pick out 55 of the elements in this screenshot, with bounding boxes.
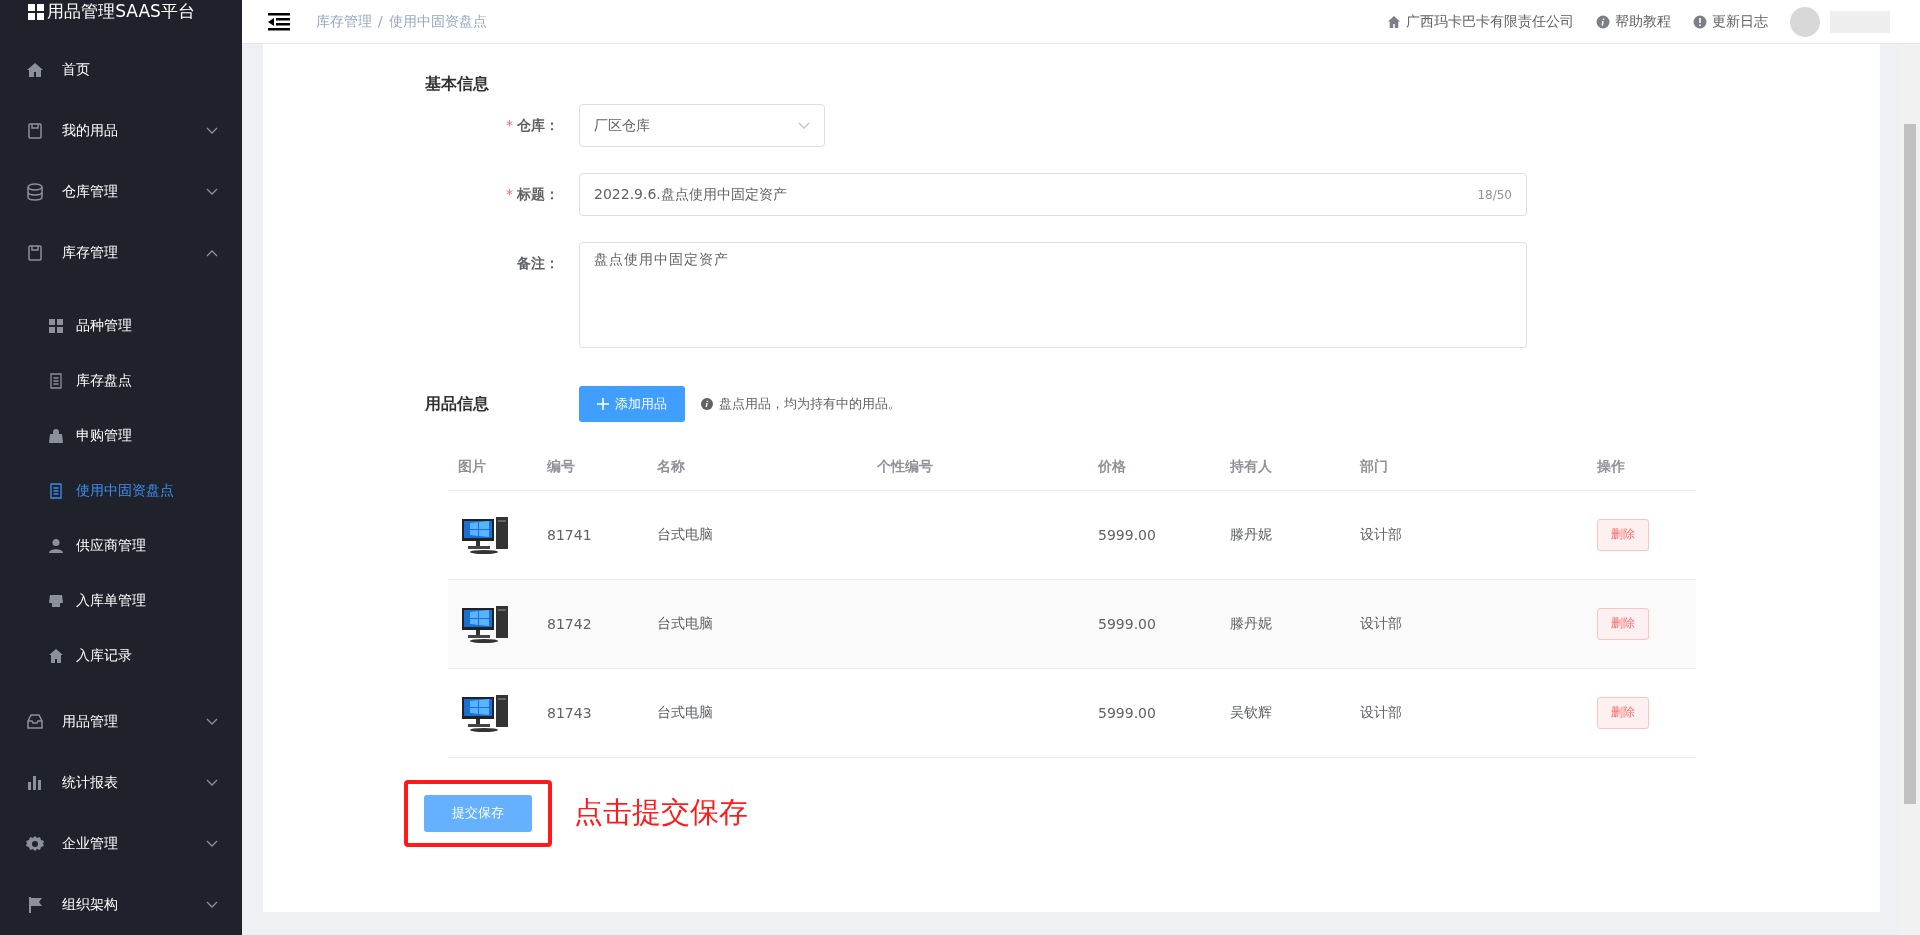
column-header: 图片	[448, 444, 537, 490]
table-cell: 台式电脑	[657, 614, 713, 631]
annotation-text: 点击提交保存	[574, 794, 748, 831]
sidebar-submenu-item[interactable]: 入库记录	[0, 628, 242, 683]
header-link[interactable]: 更新日志	[1693, 12, 1768, 31]
table-cell: 5999.00	[1098, 704, 1156, 721]
field-label: 备注：	[516, 254, 560, 273]
table-cell: 5999.00	[1098, 615, 1156, 632]
column-header: 持有人	[1220, 444, 1350, 490]
column-header: 名称	[647, 444, 867, 490]
sidebar-submenu-item[interactable]: 供应商管理	[0, 518, 242, 573]
column-header: 操作	[1587, 444, 1696, 490]
sidebar-submenu-item[interactable]: 库存盘点	[0, 353, 242, 408]
header-link[interactable]: 广西玛卡巴卡有限责任公司	[1387, 12, 1574, 31]
sidebar-menu-item[interactable]: 企业管理	[0, 813, 242, 874]
header-link[interactable]: 帮助教程	[1596, 12, 1671, 31]
sidebar-menu-item[interactable]: 统计报表	[0, 752, 242, 813]
field-label: * 仓库：	[505, 116, 560, 135]
table-cell: 台式电脑	[657, 703, 713, 720]
title-input[interactable]: 2022.9.6.盘点使用中固定资产 18/50	[579, 173, 1527, 216]
section-title: 基本信息	[425, 74, 490, 95]
sidebar-submenu-item[interactable]: 申购管理	[0, 408, 242, 463]
character-counter: 18/50	[1477, 187, 1512, 202]
column-header: 部门	[1350, 444, 1587, 490]
sidebar-menu-item[interactable]: 用品管理	[0, 691, 242, 752]
column-header: 价格	[1088, 444, 1220, 490]
table-cell: 滕丹妮	[1230, 525, 1272, 542]
table-cell: 滕丹妮	[1230, 614, 1272, 631]
table-cell: 设计部	[1360, 703, 1402, 720]
table-cell: 设计部	[1360, 525, 1402, 542]
table-cell: 81741	[547, 526, 592, 543]
sidebar-menu-item[interactable]: 库存管理	[0, 222, 242, 283]
sidebar-menu-item[interactable]: 我的用品	[0, 100, 242, 161]
remarks-textarea[interactable]: 盘点使用中固定资产	[579, 242, 1527, 348]
section-title: 用品信息	[425, 393, 490, 415]
table-cell: 5999.00	[1098, 526, 1156, 543]
table-cell: 台式电脑	[657, 525, 713, 542]
sidebar-submenu-item[interactable]: 入库单管理	[0, 573, 242, 628]
sidebar-menu-item[interactable]: 仓库管理	[0, 161, 242, 222]
table-cell: 81742	[547, 615, 592, 632]
column-header: 编号	[537, 444, 647, 490]
table-cell: 吴钦辉	[1230, 703, 1272, 720]
app-title: 用品管理SAAS平台	[47, 0, 195, 23]
sidebar-menu-item[interactable]: 首页	[0, 39, 242, 100]
table-cell: 设计部	[1360, 614, 1402, 631]
field-label: * 标题：	[505, 185, 560, 204]
breadcrumb-separator: /	[378, 12, 383, 31]
breadcrumb-item: 使用中固资盘点	[388, 12, 487, 31]
table-cell: 81743	[547, 704, 592, 721]
sidebar-menu-item[interactable]: 组织架构	[0, 874, 242, 935]
warehouse-select[interactable]: 厂区仓库	[579, 104, 825, 147]
sidebar-submenu-item[interactable]: 品种管理	[0, 298, 242, 353]
hint-text: 盘点用品，均为持有中的用品。	[719, 395, 901, 413]
sidebar-submenu-item[interactable]: 使用中固资盘点	[0, 463, 242, 518]
column-header: 个性编号	[867, 444, 1088, 490]
